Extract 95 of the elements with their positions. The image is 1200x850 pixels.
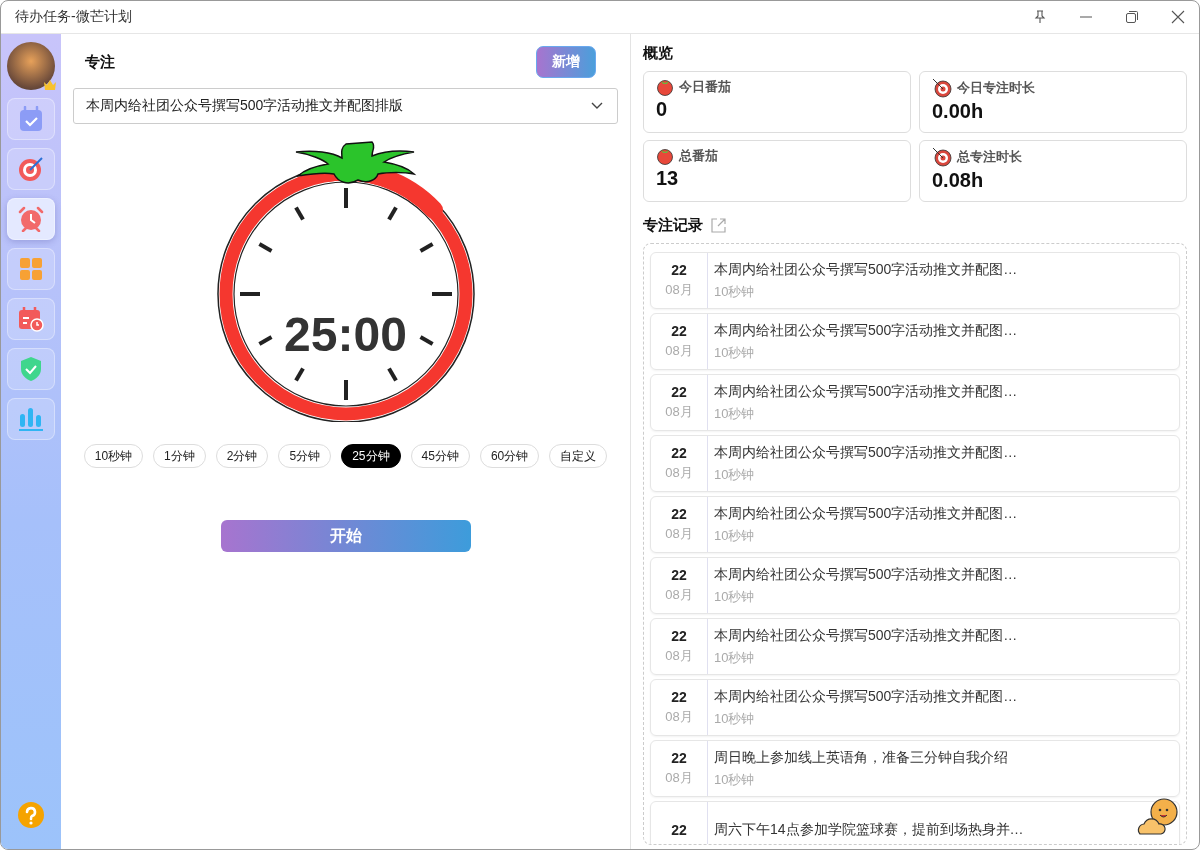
record-month: 08月 bbox=[665, 342, 693, 360]
nav-button[interactable] bbox=[7, 298, 55, 340]
record-day: 22 bbox=[671, 821, 687, 838]
external-link-icon[interactable] bbox=[711, 218, 726, 233]
record-task: 本周内给社团公众号撰写500字活动推文并配图… bbox=[714, 260, 1018, 279]
duration-chip[interactable]: 自定义 bbox=[549, 444, 608, 468]
calendar-clock-icon bbox=[18, 306, 44, 332]
record-task: 本周内给社团公众号撰写500字活动推文并配图… bbox=[714, 443, 1018, 462]
record-month: 08月 bbox=[665, 525, 693, 543]
alarm-clock-icon bbox=[18, 206, 44, 232]
tomato-icon bbox=[656, 78, 674, 96]
stat-value: 13 bbox=[656, 167, 680, 190]
chevron-down-icon bbox=[591, 102, 603, 110]
duration-chip[interactable]: 60分钟 bbox=[479, 444, 540, 468]
record-duration: 10秒钟 bbox=[714, 648, 756, 667]
record-task: 周六下午14点参加学院篮球赛，提前到场热身并… bbox=[714, 820, 1024, 839]
record-duration: 10秒钟 bbox=[714, 770, 756, 789]
record-day: 22 bbox=[671, 323, 687, 339]
stat-value: 0.08h bbox=[932, 169, 985, 192]
duration-chip[interactable]: 2分钟 bbox=[215, 444, 269, 468]
section-title: 概览 bbox=[643, 44, 674, 63]
restore-icon[interactable] bbox=[1125, 10, 1139, 24]
stat-label: 今日番茄 bbox=[679, 78, 731, 96]
duration-chip[interactable]: 5分钟 bbox=[278, 444, 332, 468]
record-duration: 10秒钟 bbox=[714, 343, 756, 362]
stat-label: 总专注时长 bbox=[957, 148, 1022, 166]
record-item[interactable]: 22 08月 本周内给社团公众号撰写500字活动推文并配图… 10秒钟 bbox=[650, 496, 1180, 553]
record-duration: 10秒钟 bbox=[714, 465, 756, 484]
record-day: 22 bbox=[671, 384, 687, 400]
nav-button[interactable] bbox=[7, 248, 55, 290]
section-title: 专注记录 bbox=[643, 216, 703, 235]
stat-value: 0 bbox=[656, 98, 669, 121]
record-task: 本周内给社团公众号撰写500字活动推文并配图… bbox=[714, 565, 1018, 584]
tomato-icon bbox=[656, 147, 674, 165]
record-day: 22 bbox=[671, 567, 687, 583]
record-item[interactable]: 22 08月 本周内给社团公众号撰写500字活动推文并配图… 10秒钟 bbox=[650, 313, 1180, 370]
close-icon[interactable] bbox=[1171, 10, 1185, 24]
nav-button[interactable] bbox=[7, 198, 55, 240]
record-item[interactable]: 22 08月 本周内给社团公众号撰写500字活动推文并配图… 10秒钟 bbox=[650, 618, 1180, 675]
record-task: 本周内给社团公众号撰写500字活动推文并配图… bbox=[714, 321, 1018, 340]
window-title: 待办任务-微芒计划 bbox=[15, 8, 132, 26]
record-duration: 10秒钟 bbox=[714, 587, 756, 606]
record-month: 08月 bbox=[665, 403, 693, 421]
nav-button[interactable] bbox=[7, 98, 55, 140]
stat-label: 总番茄 bbox=[679, 147, 718, 165]
record-month: 08月 bbox=[665, 647, 693, 665]
crown-icon bbox=[43, 79, 57, 90]
record-duration: 10秒钟 bbox=[714, 526, 756, 545]
target-icon bbox=[932, 147, 952, 167]
help-icon[interactable] bbox=[17, 801, 45, 829]
record-month: 08月 bbox=[665, 464, 693, 482]
grid-icon bbox=[19, 257, 43, 281]
calendar-check-icon bbox=[19, 106, 43, 132]
record-month: 08月 bbox=[665, 586, 693, 604]
record-task: 本周内给社团公众号撰写500字活动推文并配图… bbox=[714, 626, 1018, 645]
record-day: 22 bbox=[671, 628, 687, 644]
record-task: 周日晚上参加线上英语角，准备三分钟自我介绍 bbox=[714, 748, 1008, 767]
duration-chip[interactable]: 25分钟 bbox=[341, 444, 401, 468]
record-task: 本周内给社团公众号撰写500字活动推文并配图… bbox=[714, 382, 1018, 401]
record-item[interactable]: 22 08月 本周内给社团公众号撰写500字活动推文并配图… 10秒钟 bbox=[650, 374, 1180, 431]
record-item[interactable]: 22 08月 本周内给社团公众号撰写500字活动推文并配图… 10秒钟 bbox=[650, 252, 1180, 309]
nav-button[interactable] bbox=[7, 148, 55, 190]
record-task: 本周内给社团公众号撰写500字活动推文并配图… bbox=[714, 504, 1018, 523]
target-icon bbox=[18, 156, 44, 182]
duration-chip[interactable]: 10秒钟 bbox=[83, 444, 144, 468]
task-select[interactable]: 本周内给社团公众号撰写500字活动推文并配图排版 bbox=[73, 88, 618, 124]
timer-display: 25:00 bbox=[284, 306, 407, 362]
section-title: 专注 bbox=[85, 52, 115, 72]
record-item[interactable]: 22 08月 本周内给社团公众号撰写500字活动推文并配图… 10秒钟 bbox=[650, 679, 1180, 736]
record-duration: 10秒钟 bbox=[714, 282, 756, 301]
record-day: 22 bbox=[671, 445, 687, 461]
record-item[interactable]: 22 08月 周日晚上参加线上英语角，准备三分钟自我介绍 10秒钟 bbox=[650, 740, 1180, 797]
duration-chip[interactable]: 1分钟 bbox=[153, 444, 206, 468]
stat-label: 今日专注时长 bbox=[957, 79, 1035, 97]
stat-value: 0.00h bbox=[932, 100, 985, 123]
record-day: 22 bbox=[671, 262, 687, 278]
record-day: 22 bbox=[671, 750, 687, 766]
pin-icon[interactable] bbox=[1033, 10, 1047, 24]
record-duration: 10秒钟 bbox=[714, 404, 756, 423]
record-task: 本周内给社团公众号撰写500字活动推文并配图… bbox=[714, 687, 1018, 706]
bar-chart-icon bbox=[18, 407, 44, 431]
record-day: 22 bbox=[671, 689, 687, 705]
record-month: 08月 bbox=[665, 769, 693, 787]
duration-chip[interactable]: 45分钟 bbox=[410, 444, 470, 468]
record-item[interactable]: 22 08月 本周内给社团公众号撰写500字活动推文并配图… 10秒钟 bbox=[650, 557, 1180, 614]
shield-check-icon bbox=[19, 356, 43, 382]
record-duration: 10秒钟 bbox=[714, 709, 756, 728]
avatar[interactable] bbox=[7, 42, 55, 90]
nav-button[interactable] bbox=[7, 398, 55, 440]
record-item[interactable]: 22 08月 本周内给社团公众号撰写500字活动推文并配图… 10秒钟 bbox=[650, 435, 1180, 492]
target-icon bbox=[932, 78, 952, 98]
record-day: 22 bbox=[671, 506, 687, 522]
select-value: 本周内给社团公众号撰写500字活动推文并配图排版 bbox=[86, 97, 404, 115]
record-month: 08月 bbox=[665, 708, 693, 726]
record-month: 08月 bbox=[665, 281, 693, 299]
